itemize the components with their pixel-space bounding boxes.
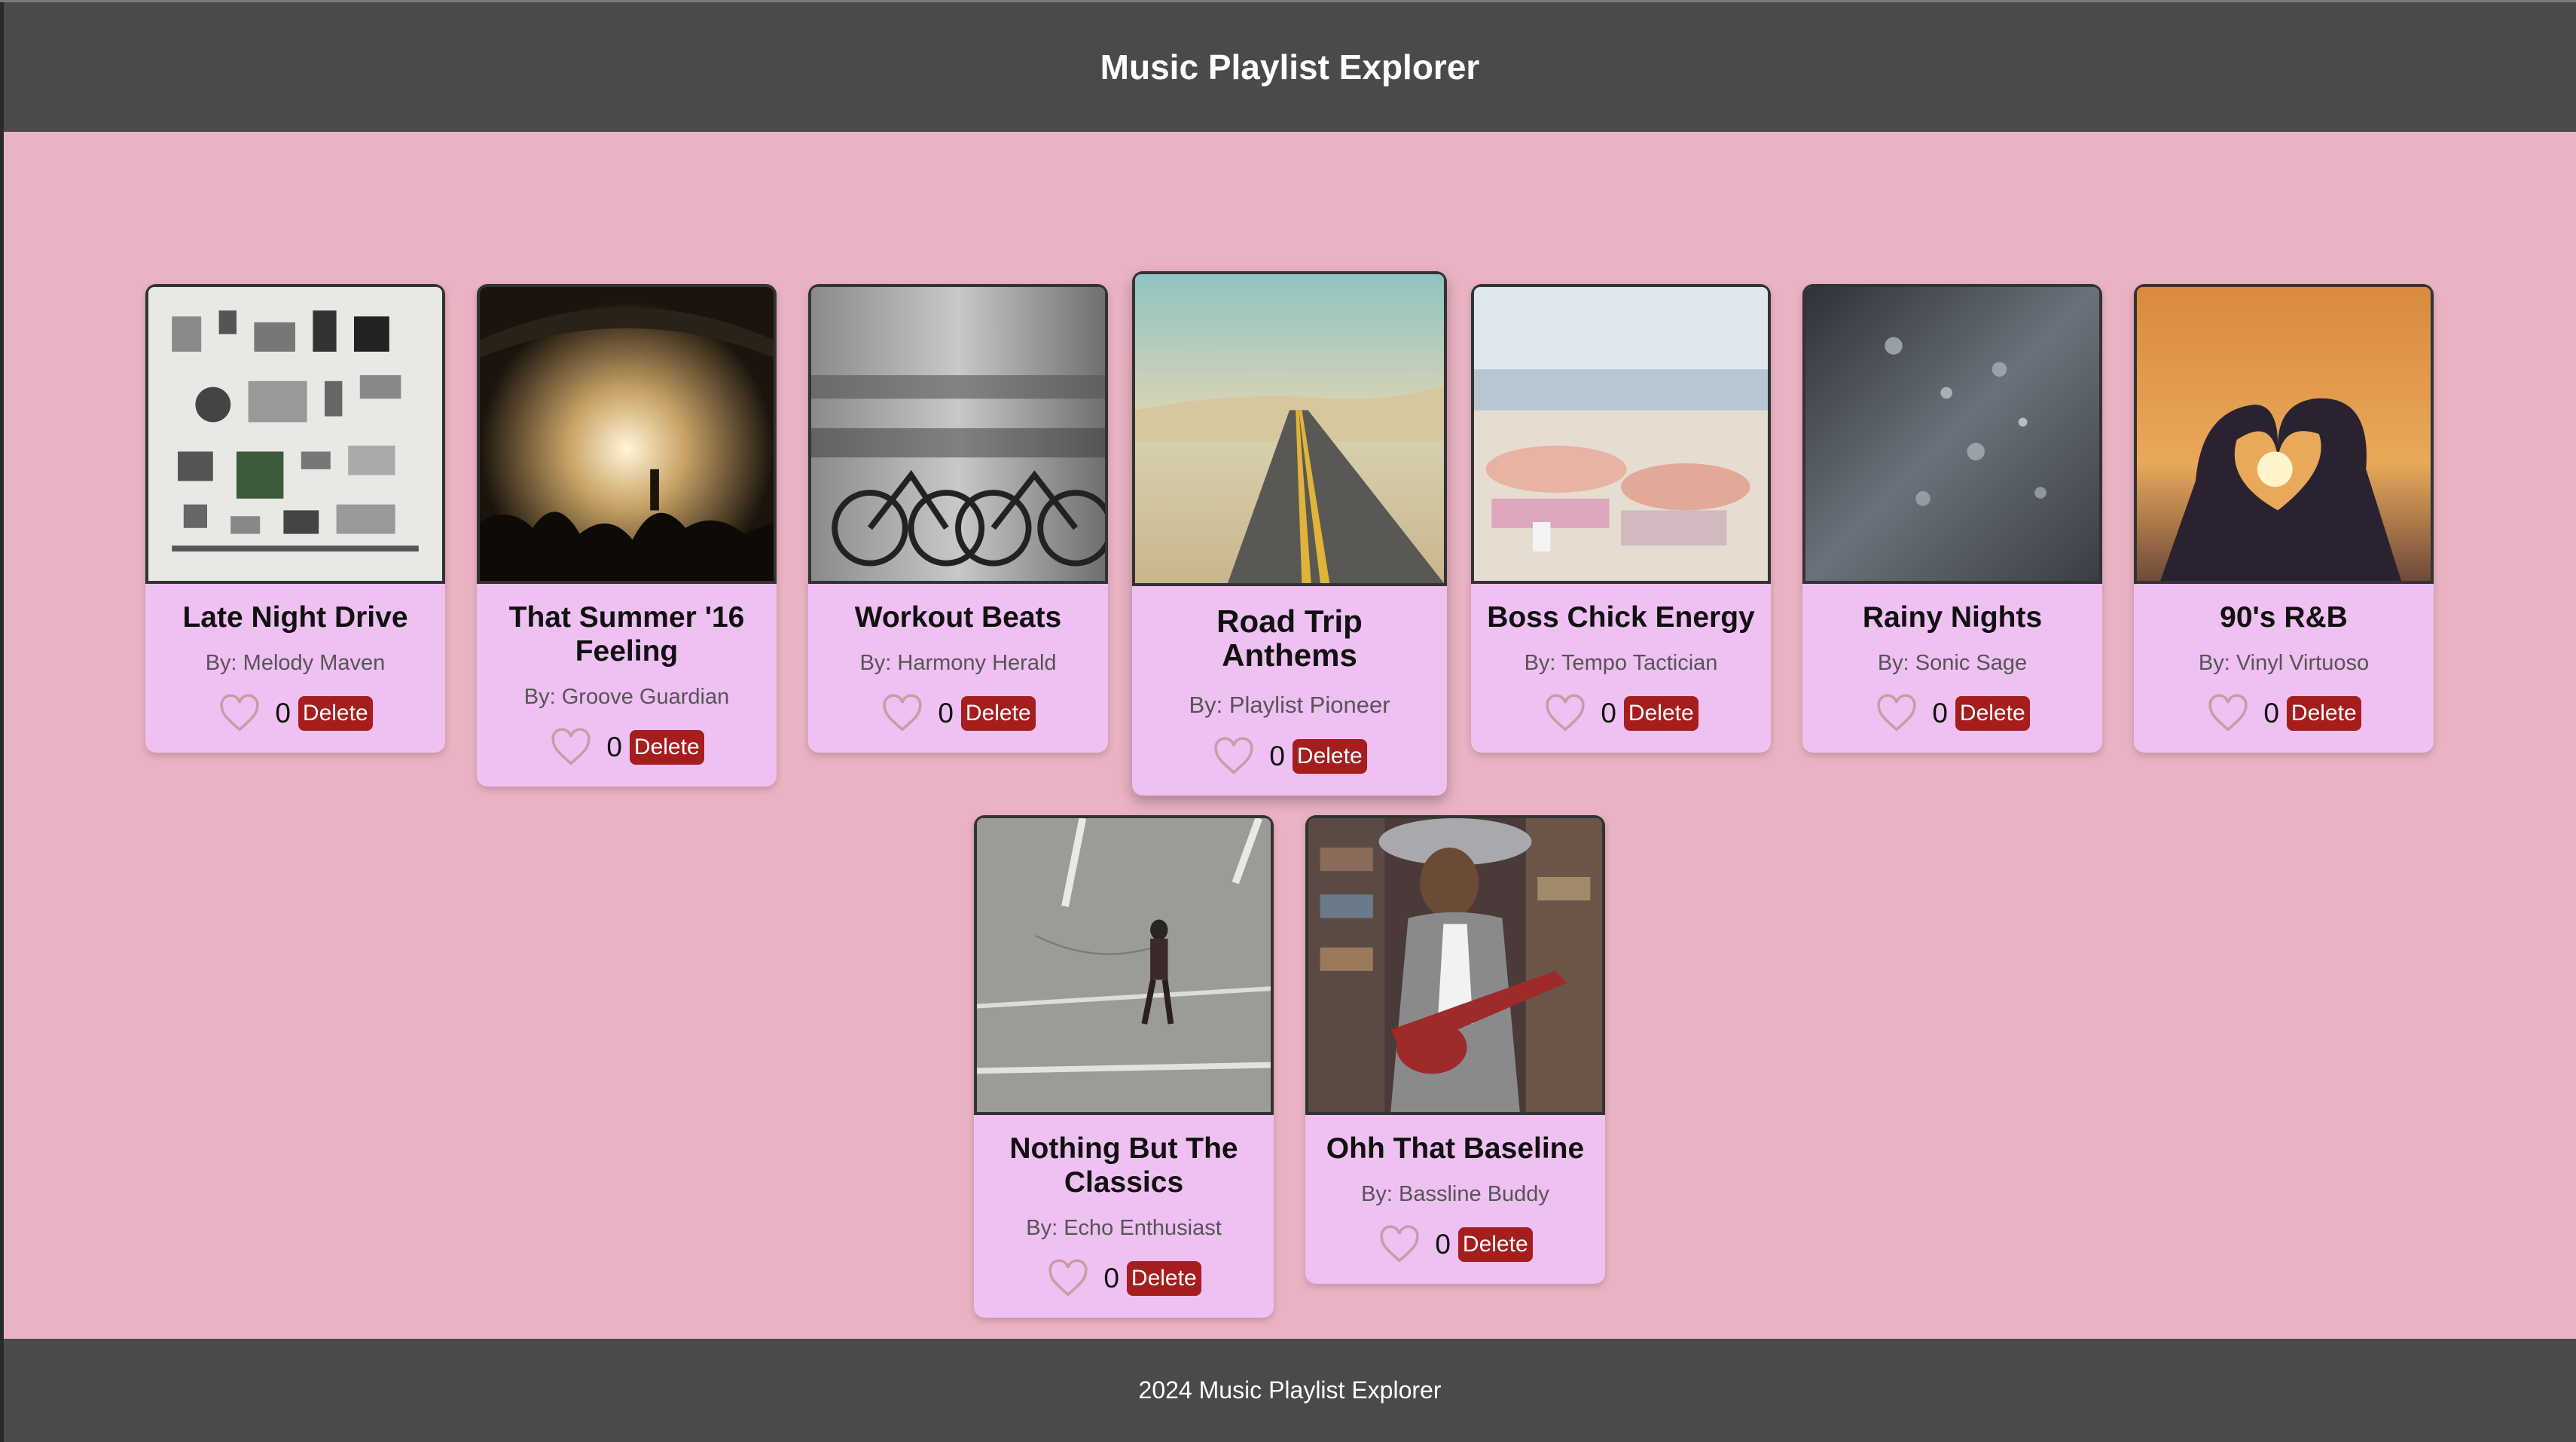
like-count: 0: [1601, 698, 1616, 729]
playlist-card[interactable]: 90's R&B By: Vinyl Virtuoso 0 Delete: [2134, 284, 2434, 753]
delete-button[interactable]: Delete: [1623, 696, 1699, 731]
heart-icon[interactable]: [2206, 694, 2250, 733]
footer-text: 2024 Music Playlist Explorer: [1138, 1376, 1442, 1404]
playlist-actions: 0 Delete: [145, 694, 445, 753]
playlist-actions: 0 Delete: [1132, 737, 1447, 796]
playlist-actions: 0 Delete: [974, 1259, 1274, 1318]
like-count: 0: [2263, 698, 2279, 729]
playlist-cover-image: [145, 284, 445, 584]
delete-button[interactable]: Delete: [629, 730, 704, 765]
like-count: 0: [1435, 1229, 1451, 1260]
playlist-author: By: Sonic Sage: [1877, 651, 2028, 675]
playlist-actions: 0 Delete: [1471, 694, 1771, 753]
like-count: 0: [606, 732, 622, 762]
playlist-actions: 0 Delete: [1305, 1225, 1605, 1284]
delete-button[interactable]: Delete: [1955, 696, 2030, 731]
like-count: 0: [1103, 1263, 1119, 1294]
page-title: Music Playlist Explorer: [1100, 47, 1480, 87]
delete-button[interactable]: Delete: [960, 696, 1036, 731]
playlist-author: By: Echo Enthusiast: [1026, 1216, 1222, 1240]
playlist-author: By: Harmony Herald: [859, 651, 1057, 675]
playlist-card[interactable]: Late Night Drive By: Melody Maven 0 Dele…: [145, 284, 445, 753]
playlist-author: By: Groove Guardian: [523, 685, 730, 709]
playlist-author: By: Bassline Buddy: [1361, 1182, 1549, 1206]
delete-button[interactable]: Delete: [1126, 1261, 1201, 1296]
delete-button[interactable]: Delete: [1457, 1227, 1533, 1262]
playlist-author: By: Tempo Tactician: [1524, 651, 1718, 675]
playlist-author: By: Vinyl Virtuoso: [2198, 651, 2370, 675]
playlist-title: Rainy Nights: [1862, 601, 2043, 634]
playlist-author: By: Playlist Pioneer: [1189, 692, 1390, 718]
page-header: Music Playlist Explorer: [4, 2, 2576, 132]
heart-icon[interactable]: [1378, 1225, 1421, 1264]
playlist-card[interactable]: That Summer '16 Feeling By: Groove Guard…: [477, 284, 777, 787]
playlist-card[interactable]: Road Trip Anthems By: Playlist Pioneer 0…: [1132, 271, 1447, 796]
playlist-actions: 0 Delete: [1802, 694, 2102, 753]
heart-icon[interactable]: [1543, 694, 1587, 733]
playlist-title: 90's R&B: [2220, 601, 2348, 634]
playlist-cover-image: [974, 815, 1274, 1115]
playlist-title: That Summer '16 Feeling: [508, 601, 745, 668]
delete-button[interactable]: Delete: [298, 696, 373, 731]
playlist-cover-image: [477, 284, 777, 584]
like-count: 0: [275, 698, 291, 729]
playlist-cover-image: [2134, 284, 2434, 584]
page-footer: 2024 Music Playlist Explorer: [4, 1339, 2576, 1442]
playlist-title: Ohh That Baseline: [1326, 1132, 1585, 1165]
playlist-actions: 0 Delete: [477, 728, 777, 787]
playlist-title: Road Trip Anthems: [1216, 603, 1363, 673]
playlist-card[interactable]: Nothing But The Classics By: Echo Enthus…: [974, 815, 1274, 1318]
playlist-cover-image: [1802, 284, 2102, 584]
heart-icon[interactable]: [1875, 694, 1918, 733]
delete-button[interactable]: Delete: [1292, 739, 1367, 774]
heart-icon[interactable]: [881, 694, 924, 733]
playlist-title: Workout Beats: [854, 601, 1062, 634]
playlist-title: Late Night Drive: [182, 601, 408, 634]
playlist-cover-image: [1471, 284, 1771, 584]
playlist-cover-image: [1305, 815, 1605, 1115]
like-count: 0: [938, 698, 954, 729]
playlist-card[interactable]: Workout Beats By: Harmony Herald 0 Delet…: [808, 284, 1108, 753]
playlist-actions: 0 Delete: [808, 694, 1108, 753]
playlist-title: Boss Chick Energy: [1487, 601, 1755, 634]
playlist-actions: 0 Delete: [2134, 694, 2434, 753]
heart-icon[interactable]: [218, 694, 261, 733]
heart-icon[interactable]: [1046, 1259, 1090, 1298]
heart-icon[interactable]: [1212, 737, 1256, 776]
playlist-author: By: Melody Maven: [205, 651, 386, 675]
heart-icon[interactable]: [549, 728, 593, 767]
playlist-card[interactable]: Rainy Nights By: Sonic Sage 0 Delete: [1802, 284, 2102, 753]
playlist-cover-image: [1132, 271, 1447, 586]
playlist-card[interactable]: Ohh That Baseline By: Bassline Buddy 0 D…: [1305, 815, 1605, 1284]
playlist-title: Nothing But The Classics: [1009, 1132, 1238, 1199]
playlist-cover-image: [808, 284, 1108, 584]
like-count: 0: [1932, 698, 1948, 729]
playlist-card[interactable]: Boss Chick Energy By: Tempo Tactician 0 …: [1471, 284, 1771, 753]
delete-button[interactable]: Delete: [2286, 696, 2361, 731]
playlist-grid: Late Night Drive By: Melody Maven 0 Dele…: [4, 132, 2576, 1339]
like-count: 0: [1269, 741, 1285, 771]
